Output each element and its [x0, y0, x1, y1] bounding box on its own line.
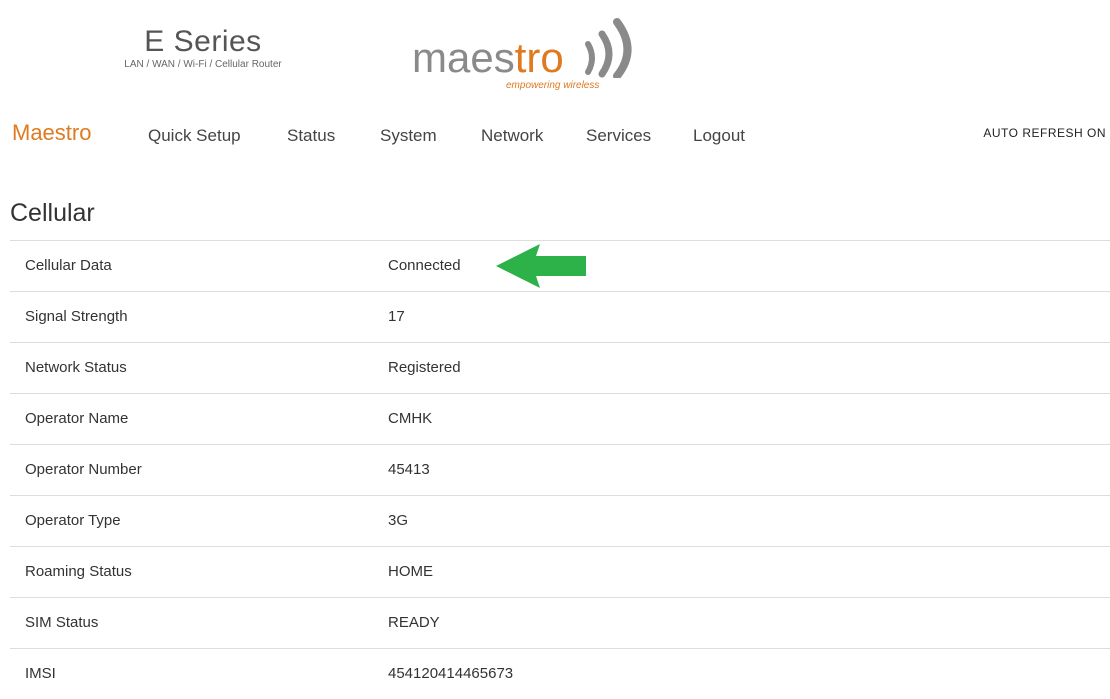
- logo-word-start: maes: [412, 34, 515, 81]
- row-value: CMHK: [388, 410, 433, 427]
- row-value: 17: [388, 308, 405, 325]
- auto-refresh-toggle[interactable]: AUTO REFRESH ON: [983, 126, 1106, 140]
- product-subtitle: LAN / WAN / Wi-Fi / Cellular Router: [124, 59, 282, 70]
- wireless-waves-icon: [585, 18, 632, 78]
- nav-item-logout[interactable]: Logout: [693, 126, 745, 146]
- table-row-roaming-status: Roaming Status HOME: [10, 547, 1110, 598]
- nav-item-quick-setup[interactable]: Quick Setup: [148, 126, 241, 146]
- row-value: READY: [388, 614, 440, 631]
- nav-item-system[interactable]: System: [380, 126, 437, 146]
- table-row-signal-strength: Signal Strength 17: [10, 292, 1110, 343]
- cellular-status-table: Cellular Data Connected Signal Strength …: [10, 240, 1110, 699]
- table-row-imsi: IMSI 454120414465673: [10, 649, 1110, 699]
- nav-item-services[interactable]: Services: [586, 126, 651, 146]
- row-value: Connected: [388, 257, 461, 274]
- row-label: SIM Status: [25, 614, 99, 631]
- row-label: Operator Number: [25, 461, 142, 478]
- product-title: E Series: [144, 25, 262, 58]
- table-row-operator-name: Operator Name CMHK: [10, 394, 1110, 445]
- left-arrow-icon: [496, 244, 586, 288]
- row-label: Cellular Data: [25, 257, 112, 274]
- row-label: Operator Type: [25, 512, 121, 529]
- logo-tagline: empowering wireless: [506, 80, 600, 91]
- page-header: E Series LAN / WAN / Wi-Fi / Cellular Ro…: [0, 0, 1110, 100]
- row-value: Registered: [388, 359, 461, 376]
- row-value: 3G: [388, 512, 409, 529]
- table-row-operator-number: Operator Number 45413: [10, 445, 1110, 496]
- row-value: HOME: [388, 563, 433, 580]
- row-value: 454120414465673: [388, 665, 514, 682]
- row-value: 45413: [388, 461, 430, 478]
- table-row-operator-type: Operator Type 3G: [10, 496, 1110, 547]
- row-label: IMSI: [25, 665, 56, 682]
- row-label: Roaming Status: [25, 563, 132, 580]
- row-label: Operator Name: [25, 410, 129, 427]
- nav-brand-link[interactable]: Maestro: [12, 120, 91, 146]
- nav-item-network[interactable]: Network: [481, 126, 543, 146]
- page-title: Cellular: [10, 199, 95, 227]
- table-row-network-status: Network Status Registered: [10, 343, 1110, 394]
- row-label: Signal Strength: [25, 308, 128, 325]
- row-label: Network Status: [25, 359, 127, 376]
- table-row-sim-status: SIM Status READY: [10, 598, 1110, 649]
- nav-item-status[interactable]: Status: [287, 126, 335, 146]
- maestro-logo: maestro empowering wireless: [412, 8, 652, 93]
- logo-word-accent: tro: [514, 34, 564, 81]
- product-branding: E Series LAN / WAN / Wi-Fi / Cellular Ro…: [78, 26, 328, 71]
- main-navigation: Maestro Quick Setup Status System Networ…: [0, 112, 1110, 158]
